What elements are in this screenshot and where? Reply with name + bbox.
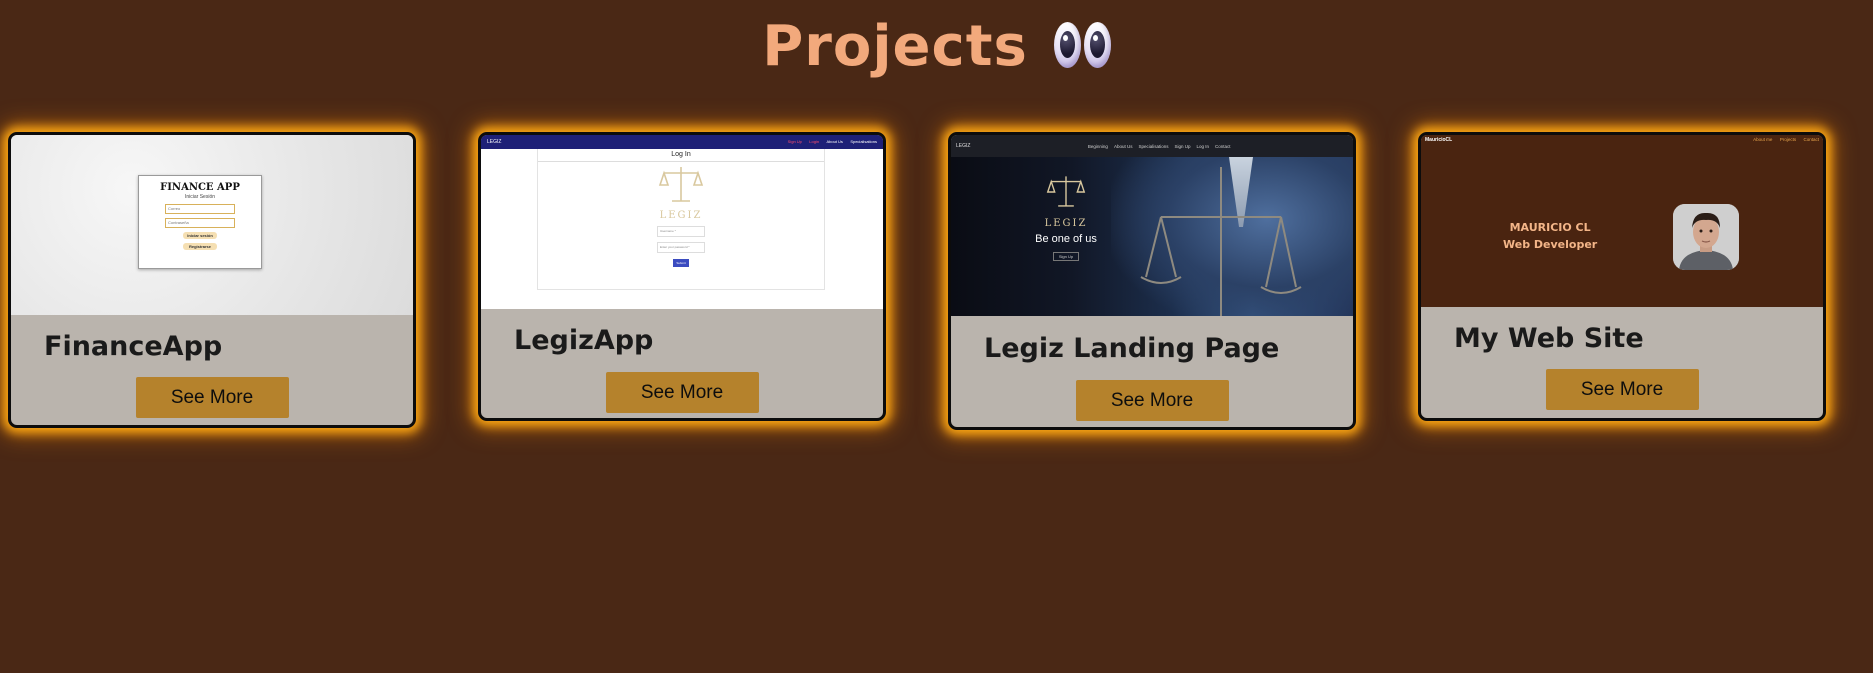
preview-logo-word: LEGIZ (1044, 218, 1088, 229)
preview-signup-button: Sign Up (1052, 252, 1080, 261)
preview-submit-button: Submit (673, 259, 689, 267)
preview-navbar: MauricioCL About me Projects Contact (1421, 135, 1823, 145)
scales-of-justice-icon (658, 167, 704, 202)
preview-nav-links: About me Projects Contact (1747, 137, 1819, 143)
preview-nav-item: About Us (826, 139, 843, 144)
preview-nav-item: Contact (1215, 143, 1231, 149)
preview-navbar: LEGIZ Beginning About Us Specialisations… (951, 135, 1353, 157)
preview-login-page: Log In LEGIZ Username * Enter your passw… (481, 149, 883, 309)
project-title: LegizApp (514, 325, 654, 356)
project-card-legiz-landing: LEGIZ Beginning About Us Specialisations… (948, 132, 1356, 430)
preview-nav-item: Projects (1779, 137, 1797, 142)
preview-register-button: Registrarse (183, 243, 217, 250)
project-title: Legiz Landing Page (984, 332, 1280, 364)
preview-navbar: LEGIZ Sign Up Login About Us Specialisat… (481, 135, 883, 149)
preview-nav-item: Specialisations (850, 139, 877, 144)
project-card-my-web-site: MauricioCL About me Projects Contact MAU… (1418, 132, 1826, 421)
preview-subtitle: Iniciar Sesión (184, 194, 215, 200)
profile-photo-avatar (1673, 204, 1739, 270)
preview-login-title: Log In (671, 151, 691, 158)
right-eye-icon (1083, 21, 1111, 68)
preview-nav-item: Contact (1803, 137, 1819, 142)
preview-hero-text: LEGIZ Be one of us Sign Up (1021, 173, 1111, 263)
preview-nav-item: Log In (1196, 143, 1210, 149)
preview-nav-item: Beginning (1087, 143, 1108, 149)
preview-hero-text: MAURICIO CL Web Developer (1503, 219, 1597, 253)
project-title: My Web Site (1454, 322, 1644, 354)
project-preview-image[interactable]: LEGIZ Sign Up Login About Us Specialisat… (481, 135, 883, 309)
scales-of-justice-icon (1046, 176, 1086, 207)
preview-login-panel: Log In LEGIZ Username * Enter your passw… (537, 149, 825, 290)
project-title: FinanceApp (44, 330, 223, 362)
project-preview-image[interactable]: LEGIZ Beginning About Us Specialisations… (951, 135, 1353, 316)
see-more-button[interactable]: See More (605, 372, 759, 413)
projects-heading: Projects (0, 14, 1873, 79)
preview-email-input: Correo (165, 204, 235, 214)
finance-login-mockup: FINANCE APP Iniciar Sesión Correo Contra… (138, 175, 262, 269)
page-title: Projects (762, 14, 1028, 79)
preview-role: Web Developer (1503, 238, 1598, 251)
preview-logo-word: LEGIZ (659, 210, 703, 221)
preview-nav-item: Login (809, 139, 820, 144)
see-more-button[interactable]: See More (1075, 380, 1229, 421)
preview-tagline: Be one of us (1035, 233, 1097, 245)
preview-nav-item: Sign Up (787, 139, 802, 144)
preview-hero-image: LEGIZ Be one of us Sign Up (951, 157, 1353, 316)
preview-nav-item: Sign Up (1174, 143, 1191, 149)
left-eye-icon (1053, 21, 1081, 68)
preview-nav-links: Sign Up Login About Us Specialisations (782, 139, 877, 145)
see-more-button[interactable]: See More (135, 377, 289, 418)
project-card-legizapp: LEGIZ Sign Up Login About Us Specialisat… (478, 132, 886, 421)
preview-app-title: FINANCE APP (160, 182, 240, 193)
preview-password-input: Contraseña (165, 218, 235, 228)
preview-brand: MauricioCL (1425, 137, 1453, 143)
preview-nav-links: Beginning About Us Specialisations Sign … (1088, 144, 1231, 149)
preview-password-input: Enter your password * (657, 242, 705, 253)
scales-of-justice-icon (1140, 167, 1302, 316)
project-preview-image[interactable]: MauricioCL About me Projects Contact MAU… (1421, 135, 1823, 307)
eyes-emoji-icon (1053, 21, 1111, 68)
project-card-financeapp: FINANCE APP Iniciar Sesión Correo Contra… (8, 132, 416, 428)
preview-brand: LEGIZ (487, 139, 502, 145)
preview-login-button: Iniciar sesión (183, 232, 217, 239)
preview-brand: LEGIZ (956, 143, 971, 149)
preview-nav-item: About Us (1113, 143, 1133, 149)
see-more-button[interactable]: See More (1545, 369, 1699, 410)
projects-page: Projects FINANCE APP Iniciar Sesión Corr… (0, 0, 1873, 673)
preview-nav-item: About me (1753, 137, 1773, 142)
preview-nav-item: Specialisations (1138, 143, 1169, 149)
project-preview-image[interactable]: FINANCE APP Iniciar Sesión Correo Contra… (11, 135, 413, 315)
preview-username-input: Username * (657, 226, 705, 237)
preview-name: MAURICIO CL (1509, 221, 1591, 234)
